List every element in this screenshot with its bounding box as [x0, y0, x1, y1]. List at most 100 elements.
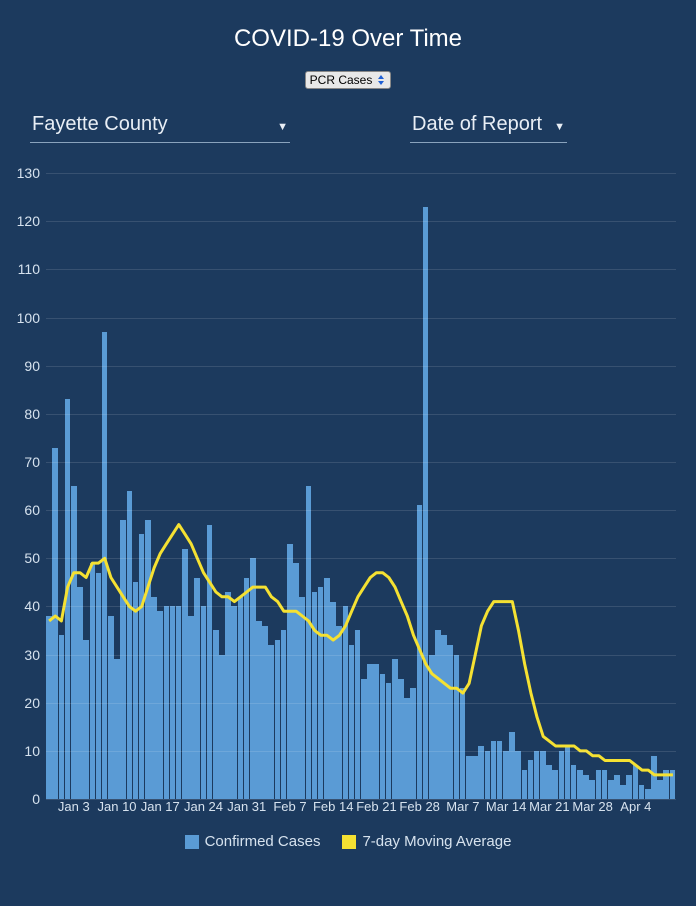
legend-item-confirmed: Confirmed Cases — [185, 833, 321, 850]
y-tick-label: 10 — [12, 743, 46, 759]
bar — [108, 616, 114, 799]
page-title: COVID-19 Over Time — [0, 0, 696, 71]
bar — [435, 630, 441, 799]
bar — [52, 448, 58, 799]
bar — [645, 789, 651, 799]
bar — [65, 399, 71, 799]
legend: Confirmed Cases 7-day Moving Average — [0, 833, 696, 850]
bar — [318, 587, 324, 799]
gridline — [46, 655, 676, 656]
bar — [639, 785, 645, 799]
county-dropdown[interactable]: Fayette County ▼ — [30, 107, 290, 143]
bar — [386, 683, 392, 799]
gridline — [46, 751, 676, 752]
bar — [312, 592, 318, 799]
date-dropdown[interactable]: Date of Report ▼ — [410, 107, 567, 143]
legend-label-moving-avg: 7-day Moving Average — [362, 833, 511, 850]
bar — [59, 635, 65, 799]
bar — [633, 765, 639, 799]
x-tick-label: Mar 21 — [529, 799, 569, 814]
x-tick-label: Jan 24 — [184, 799, 223, 814]
sort-icon — [376, 74, 386, 87]
y-tick-label: 40 — [12, 598, 46, 614]
bar — [417, 505, 423, 799]
x-tick-label: Mar 28 — [572, 799, 612, 814]
bar — [306, 486, 312, 799]
bar — [620, 785, 626, 799]
bar — [361, 679, 367, 799]
bar — [207, 525, 213, 799]
bar — [71, 486, 77, 799]
bar — [540, 751, 546, 799]
y-tick-label: 110 — [12, 261, 46, 277]
bar — [485, 751, 491, 799]
bar — [83, 640, 89, 799]
gridline — [46, 414, 676, 415]
bar — [552, 770, 558, 799]
gridline — [46, 269, 676, 270]
y-tick-label: 50 — [12, 550, 46, 566]
chart: 0102030405060708090100110120130 Jan 3Jan… — [10, 149, 678, 829]
gridline — [46, 606, 676, 607]
bar — [114, 659, 120, 799]
y-tick-label: 0 — [12, 791, 46, 807]
county-dropdown-label: Fayette County — [32, 113, 168, 136]
bar — [423, 207, 429, 799]
bar — [275, 640, 281, 799]
y-tick-label: 130 — [12, 165, 46, 181]
bar — [213, 630, 219, 799]
gridline — [46, 366, 676, 367]
bar — [355, 630, 361, 799]
bar — [466, 756, 472, 799]
bar — [145, 520, 151, 799]
bar — [219, 655, 225, 799]
legend-item-moving-avg: 7-day Moving Average — [342, 833, 511, 850]
gridline — [46, 510, 676, 511]
date-dropdown-label: Date of Report — [412, 113, 542, 136]
bar — [367, 664, 373, 799]
bar — [188, 616, 194, 799]
bar — [238, 597, 244, 799]
legend-swatch-bar — [185, 835, 199, 849]
bar — [244, 578, 250, 799]
bar — [330, 602, 336, 799]
bar — [404, 698, 410, 799]
x-tick-label: Jan 10 — [97, 799, 136, 814]
x-tick-label: Apr 4 — [620, 799, 651, 814]
bar — [151, 597, 157, 799]
bar — [349, 645, 355, 799]
x-tick-label: Feb 7 — [273, 799, 306, 814]
bar — [472, 756, 478, 799]
bar — [503, 751, 509, 799]
bar — [509, 732, 515, 799]
metric-select-label: PCR Cases — [310, 73, 373, 87]
x-tick-label: Jan 3 — [58, 799, 90, 814]
bar — [127, 491, 133, 799]
metric-select[interactable]: PCR Cases — [305, 71, 392, 89]
gridline — [46, 318, 676, 319]
bar — [336, 626, 342, 799]
legend-label-confirmed: Confirmed Cases — [205, 833, 321, 850]
bar — [120, 520, 126, 799]
bar — [380, 674, 386, 799]
y-tick-label: 30 — [12, 647, 46, 663]
y-tick-label: 80 — [12, 406, 46, 422]
chevron-down-icon: ▼ — [554, 121, 565, 133]
bar — [454, 655, 460, 799]
bar — [478, 746, 484, 799]
bar — [583, 775, 589, 799]
bar — [626, 775, 632, 799]
bar — [546, 765, 552, 799]
bar — [225, 592, 231, 799]
bar — [571, 765, 577, 799]
x-tick-label: Feb 21 — [356, 799, 396, 814]
y-tick-label: 60 — [12, 502, 46, 518]
bar — [398, 679, 404, 799]
bar — [46, 616, 52, 799]
bar — [522, 770, 528, 799]
bar — [515, 751, 521, 799]
bar — [139, 534, 145, 799]
bar — [534, 751, 540, 799]
bar — [324, 578, 330, 799]
y-tick-label: 20 — [12, 695, 46, 711]
